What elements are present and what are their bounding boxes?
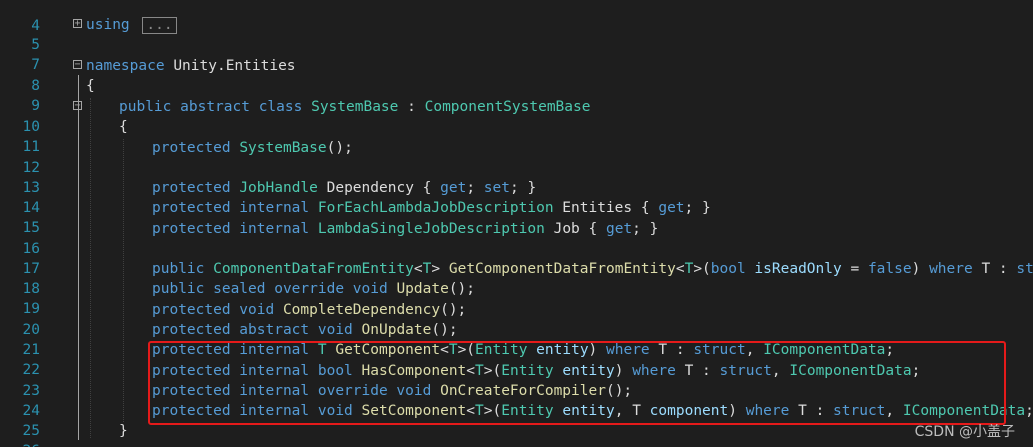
class-name: SystemBase (311, 99, 399, 115)
property-name: Job { (544, 221, 606, 237)
code-line[interactable]: 18 public ComponentDataFromEntity<T> Get… (0, 259, 1033, 297)
property-name: Dependency { (317, 180, 441, 196)
collapse-fold-icon[interactable]: − (73, 60, 82, 70)
collapsed-region[interactable]: ... (142, 17, 177, 34)
class-keyword: class (258, 99, 303, 115)
punctuation: (); (431, 322, 458, 338)
punctuation: < (675, 261, 685, 277)
where-keyword: where (929, 261, 973, 277)
using-keyword: using (86, 17, 130, 33)
punctuation: > (431, 261, 449, 277)
method-name: CompleteDependency (282, 302, 441, 318)
type-parameter: T (684, 261, 694, 277)
method-name: Update (396, 281, 449, 297)
modifier: public (119, 99, 172, 115)
code-line[interactable]: 20 protected void CompleteDependency(); (0, 300, 1033, 338)
modifier: protected (152, 140, 231, 156)
modifier: protected abstract void (152, 322, 353, 338)
get-keyword: get (440, 180, 467, 196)
modifier: protected (152, 180, 231, 196)
code-line[interactable]: 19 public sealed override void Update(); (0, 279, 1033, 317)
expand-fold-icon[interactable]: + (73, 19, 82, 29)
code-line[interactable]: 12 protected SystemBase(); (0, 138, 1033, 176)
namespace-name: Unity.Entities (173, 58, 296, 74)
struct-keyword: struct (1016, 261, 1033, 277)
code-line[interactable]: 21 protected abstract void OnUpdate(); (0, 320, 1033, 358)
set-keyword: set (483, 180, 510, 196)
punctuation: ; } (509, 180, 537, 196)
constraint: T : (972, 261, 1017, 277)
highlight-box (148, 341, 1006, 425)
type-name: JobHandle (239, 180, 318, 196)
punctuation: ; } (632, 221, 659, 237)
colon: : (398, 99, 425, 115)
method-name: OnUpdate (361, 322, 432, 338)
type-name: ComponentDataFromEntity (213, 261, 414, 277)
modifier: abstract (180, 99, 250, 115)
parameter-name: isReadOnly (745, 261, 842, 277)
code-editor[interactable]: 4 5 + using ... 7 8 − namespace Unity.En… (0, 0, 1033, 447)
get-keyword: get (658, 200, 685, 216)
code-line[interactable]: 17 (0, 239, 1033, 277)
punctuation: (); (440, 302, 467, 318)
modifier: protected void (152, 302, 275, 318)
constructor-name: SystemBase (239, 140, 327, 156)
base-class: ComponentSystemBase (424, 99, 591, 115)
code-line[interactable]: 10 − public abstract class SystemBase : … (0, 97, 1033, 135)
close-brace: } (119, 423, 128, 439)
modifier: public (152, 261, 205, 277)
code-line[interactable]: 13 (0, 158, 1033, 196)
property-name: Entities { (553, 200, 659, 216)
open-brace: { (119, 119, 128, 135)
punctuation: ; } (684, 200, 711, 216)
watermark: CSDN @小盖子 (914, 424, 1015, 440)
type-name: LambdaSingleJobDescription (317, 221, 545, 237)
code-line[interactable]: 5 + using ... (0, 15, 1033, 53)
punctuation: >( (693, 261, 711, 277)
modifier: protected internal (152, 200, 310, 216)
modifier: public sealed override void (152, 281, 388, 297)
false-keyword: false (867, 261, 912, 277)
modifier: protected internal (152, 221, 310, 237)
method-name: GetComponentDataFromEntity (448, 261, 676, 277)
code-line[interactable]: 16 protected internal LambdaSingleJobDes… (0, 219, 1033, 257)
code-line[interactable]: 9 { (0, 76, 1033, 114)
get-keyword: get (605, 221, 633, 237)
punctuation: ; (1025, 403, 1033, 419)
type-name: ForEachLambdaJobDescription (317, 200, 554, 216)
code-line[interactable]: 15 protected internal ForEachLambdaJobDe… (0, 198, 1033, 236)
code-line[interactable]: 14 protected JobHandle Dependency { get;… (0, 178, 1033, 216)
bool-keyword: bool (710, 261, 746, 277)
punctuation: (); (326, 140, 353, 156)
code-line[interactable]: 8 − namespace Unity.Entities (0, 56, 1033, 94)
punctuation: (); (448, 281, 476, 297)
line-number: 26 (0, 441, 40, 447)
punctuation: ) (911, 261, 930, 277)
code-line[interactable]: 4 (0, 0, 1033, 34)
punctuation: < (413, 261, 423, 277)
open-brace: { (86, 78, 95, 94)
collapse-fold-icon[interactable]: − (73, 101, 82, 111)
code-line[interactable]: 11 { (0, 117, 1033, 155)
namespace-keyword: namespace (86, 58, 165, 74)
punctuation: = (841, 261, 868, 277)
code-line[interactable]: 7 (0, 35, 1033, 73)
punctuation: ; (466, 180, 484, 196)
